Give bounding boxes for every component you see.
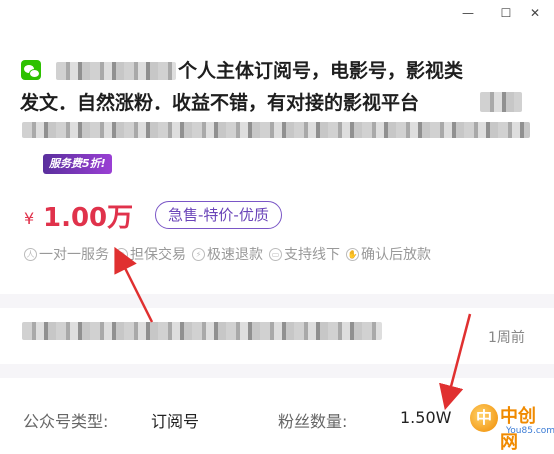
arrow-to-followers bbox=[439, 313, 472, 411]
arrow-to-price bbox=[114, 246, 154, 323]
watermark-domain: You85.com bbox=[506, 426, 554, 436]
annotation-arrows bbox=[114, 246, 472, 411]
watermark: 中 中创网 You85.com bbox=[470, 400, 554, 453]
watermark-logo: 中 bbox=[470, 404, 498, 432]
